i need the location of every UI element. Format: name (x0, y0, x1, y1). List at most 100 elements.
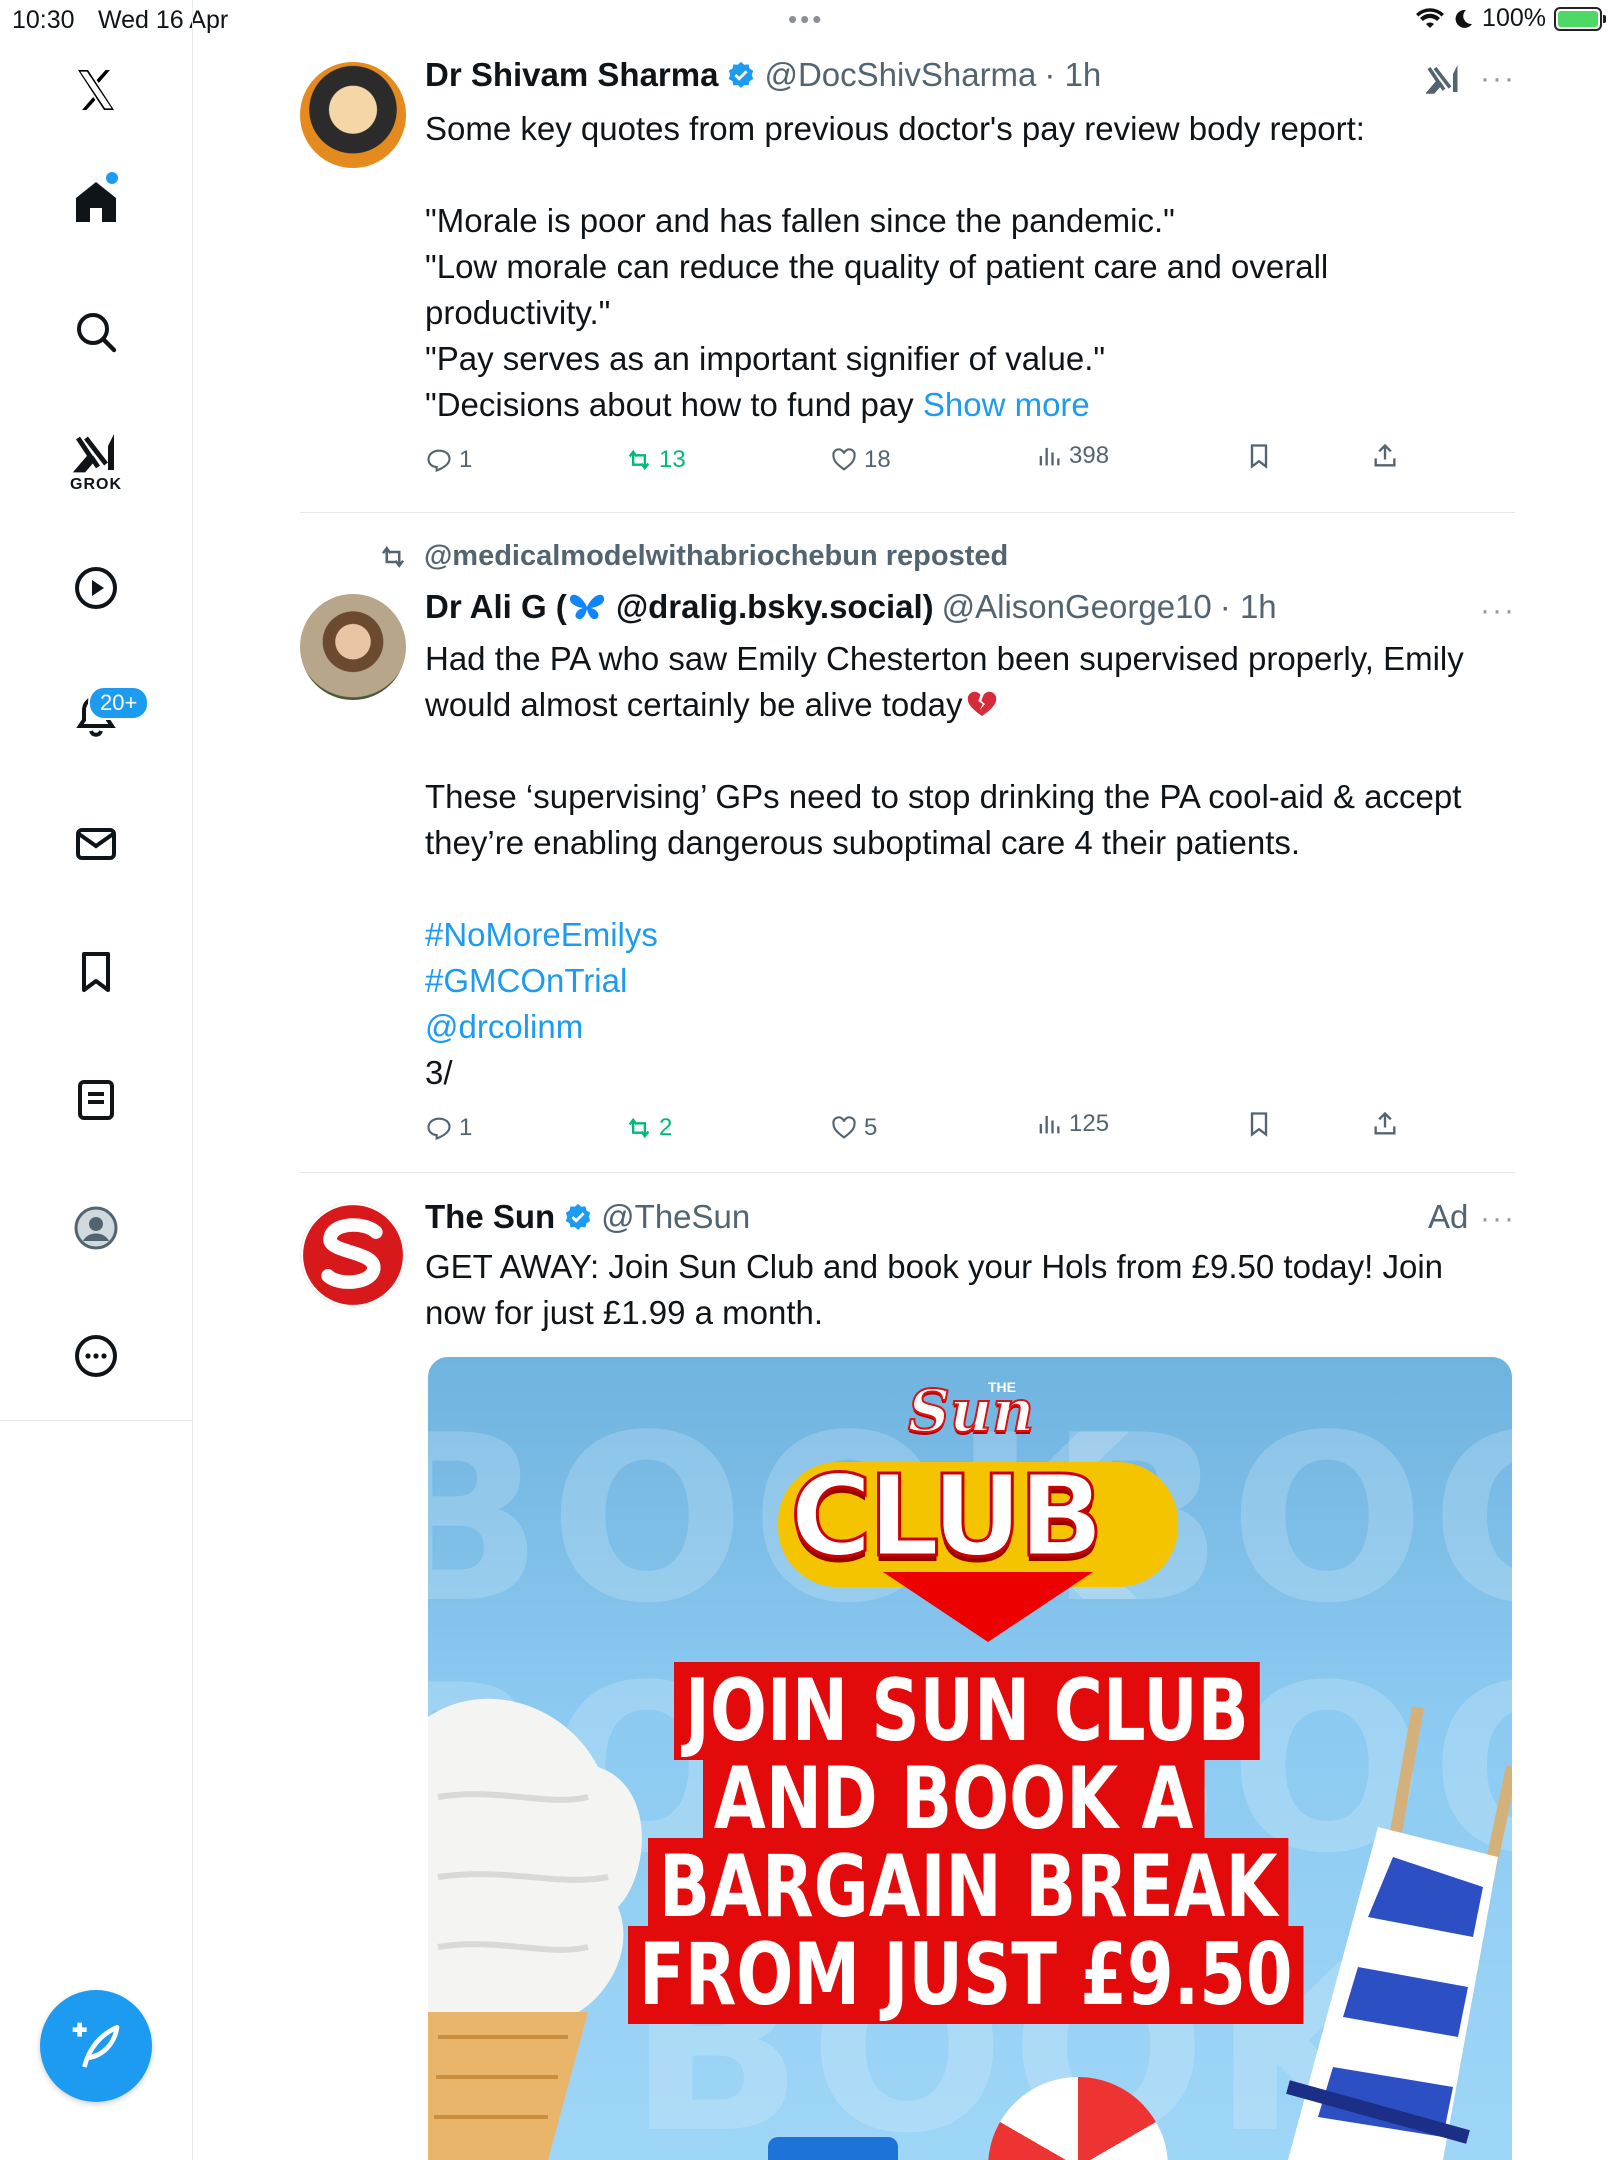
views-button[interactable]: 398 (1035, 442, 1109, 470)
share-button[interactable] (1371, 442, 1399, 470)
tweet-text: GET AWAY: Join Sun Club and book your Ho… (425, 1244, 1510, 1336)
tweet-text-line: GET AWAY: Join Sun Club and book your Ho… (425, 1248, 1444, 1285)
author-name-suffix: @dralig.bsky.social) (606, 588, 934, 625)
like-count: 18 (864, 446, 891, 473)
play-icon[interactable] (66, 558, 126, 618)
repost-count: 2 (659, 1114, 673, 1141)
author-handle[interactable]: @DocShivSharma (764, 56, 1036, 94)
tweet-text: Had the PA who saw Emily Chesterton been… (425, 636, 1510, 1096)
bookmark-button[interactable] (1245, 442, 1273, 470)
bookmark-icon[interactable] (66, 942, 126, 1002)
like-button[interactable]: 18 (830, 446, 891, 474)
profile-icon[interactable] (66, 1198, 126, 1258)
analytics-icon (1039, 1115, 1060, 1134)
tweet-text-fragment: would almost certainly be alive today (425, 686, 963, 723)
ad-image[interactable]: BOOK BOOK BOOK BOOK BOOK Sun THE CLUB JO… (428, 1357, 1512, 2160)
more-options-icon[interactable]: ··· (1480, 1202, 1516, 1236)
tweet-text-line: would almost certainly be alive today (425, 682, 1510, 728)
reply-count: 1 (459, 1114, 473, 1141)
tweet-text-line: "Morale is poor and has fallen since the… (425, 202, 1175, 239)
tweet-header: The Sun @TheSun (425, 1198, 750, 1236)
multitask-dots[interactable]: ••• (788, 4, 824, 35)
grok-icon[interactable] (66, 424, 126, 484)
like-count: 5 (864, 1114, 878, 1141)
like-button[interactable]: 5 (830, 1114, 877, 1142)
ad-headline-line: FROM JUST £9.50 (628, 1926, 1304, 2024)
analytics-icon (1039, 447, 1060, 466)
repost-context: @medicalmodelwithabriochebun reposted (378, 540, 1008, 573)
search-icon[interactable] (66, 302, 126, 362)
tweet-text-line: "Decisions about how to fund pay Show mo… (425, 382, 1510, 428)
tweet-text-blank (425, 728, 1510, 774)
reply-button[interactable]: 1 (425, 446, 472, 474)
grok-icon[interactable] (1426, 60, 1462, 100)
avatar[interactable] (300, 62, 406, 168)
compose-button[interactable] (40, 1990, 152, 2102)
deck-chair-icon (1286, 1707, 1512, 2160)
heart-icon (832, 448, 856, 471)
hashtag-link[interactable]: #GMCOnTrial (425, 958, 1510, 1004)
bookmark-icon (1250, 1112, 1268, 1137)
bookmark-button[interactable] (1245, 1110, 1273, 1138)
tweet-actions: 1 2 5 125 (425, 1110, 1425, 1154)
repost-button[interactable]: 13 (625, 446, 686, 474)
author-name[interactable]: The Sun (425, 1198, 555, 1236)
avatar[interactable] (300, 1202, 406, 1308)
the-sun-logo-icon (303, 1205, 403, 1305)
x-logo-icon[interactable] (66, 60, 126, 120)
battery-percent: 100% (1482, 4, 1546, 32)
reply-button[interactable]: 1 (425, 1114, 472, 1142)
battery-icon (1554, 6, 1606, 31)
author-name[interactable]: Dr Shivam Sharma (425, 56, 718, 94)
show-more-link[interactable]: Show more (923, 386, 1090, 423)
verified-badge-icon (729, 61, 754, 88)
share-button[interactable] (1371, 1110, 1399, 1138)
tweet-text-line: Some key quotes from previous doctor's p… (425, 110, 1365, 147)
tweet-time[interactable]: · 1h (1220, 588, 1277, 626)
views-button[interactable]: 125 (1035, 1110, 1109, 1138)
more-options-icon[interactable]: ··· (1480, 62, 1516, 96)
author-handle[interactable]: @TheSun (601, 1198, 750, 1236)
author-handle[interactable]: @AlisonGeorge10 (942, 588, 1212, 626)
grok-label: GROK (70, 476, 122, 493)
sidebar: GROK 20+ (0, 0, 193, 2160)
hashtag-link[interactable]: #NoMoreEmilys (425, 912, 1510, 958)
status-right: 100% (1416, 4, 1606, 33)
ad-headline-line: BARGAIN BREAK (648, 1838, 1289, 1936)
tweet-text: Some key quotes from previous doctor's p… (425, 106, 1510, 428)
compose-icon (72, 2022, 120, 2068)
wifi-icon (1416, 7, 1445, 28)
tweet-text-line: productivity." (425, 294, 611, 331)
tweet-text-blank (425, 866, 1510, 912)
home-unread-dot (106, 172, 118, 184)
repost-icon (628, 449, 650, 471)
tweet-text-line: These ‘supervising’ GPs need to stop dri… (425, 778, 1462, 815)
reply-icon (427, 449, 451, 473)
sun-logo-the: THE (988, 1379, 1016, 1395)
view-count: 398 (1069, 442, 1110, 469)
bucket-icon (768, 2137, 898, 2160)
mention-link[interactable]: @drcolinm (425, 1004, 1510, 1050)
list-icon[interactable] (66, 1070, 126, 1130)
repost-button[interactable]: 2 (625, 1114, 672, 1142)
tweet-text-line: now for just £1.99 a month. (425, 1294, 824, 1331)
share-icon (1374, 443, 1396, 467)
club-logo-arrow (883, 1572, 1093, 1642)
status-bar: 10:30 Wed 16 Apr ••• 100% (0, 0, 1620, 38)
reply-count: 1 (459, 446, 473, 473)
tweet-text-line: 3/ (425, 1054, 453, 1091)
tweet-time[interactable]: · 1h (1044, 56, 1101, 94)
broken-heart-icon (968, 691, 997, 716)
tweet-text-line: "Pay serves as an important signifier of… (425, 340, 1106, 377)
tweet-text-line: Had the PA who saw Emily Chesterton been… (425, 640, 1464, 677)
more-icon[interactable] (66, 1326, 126, 1386)
avatar[interactable] (300, 594, 406, 700)
mail-icon[interactable] (66, 814, 126, 874)
author-name[interactable]: Dr Ali G ( @dralig.bsky.social) (425, 588, 934, 626)
tweet-separator (300, 1172, 1515, 1173)
reposted-by-text[interactable]: @medicalmodelwithabriochebun reposted (424, 540, 1008, 573)
ad-headline-line: AND BOOK A (703, 1750, 1205, 1848)
ad-label: Ad (1428, 1198, 1469, 1235)
verified-badge-icon (565, 1203, 591, 1230)
more-options-icon[interactable]: ··· (1480, 594, 1516, 628)
